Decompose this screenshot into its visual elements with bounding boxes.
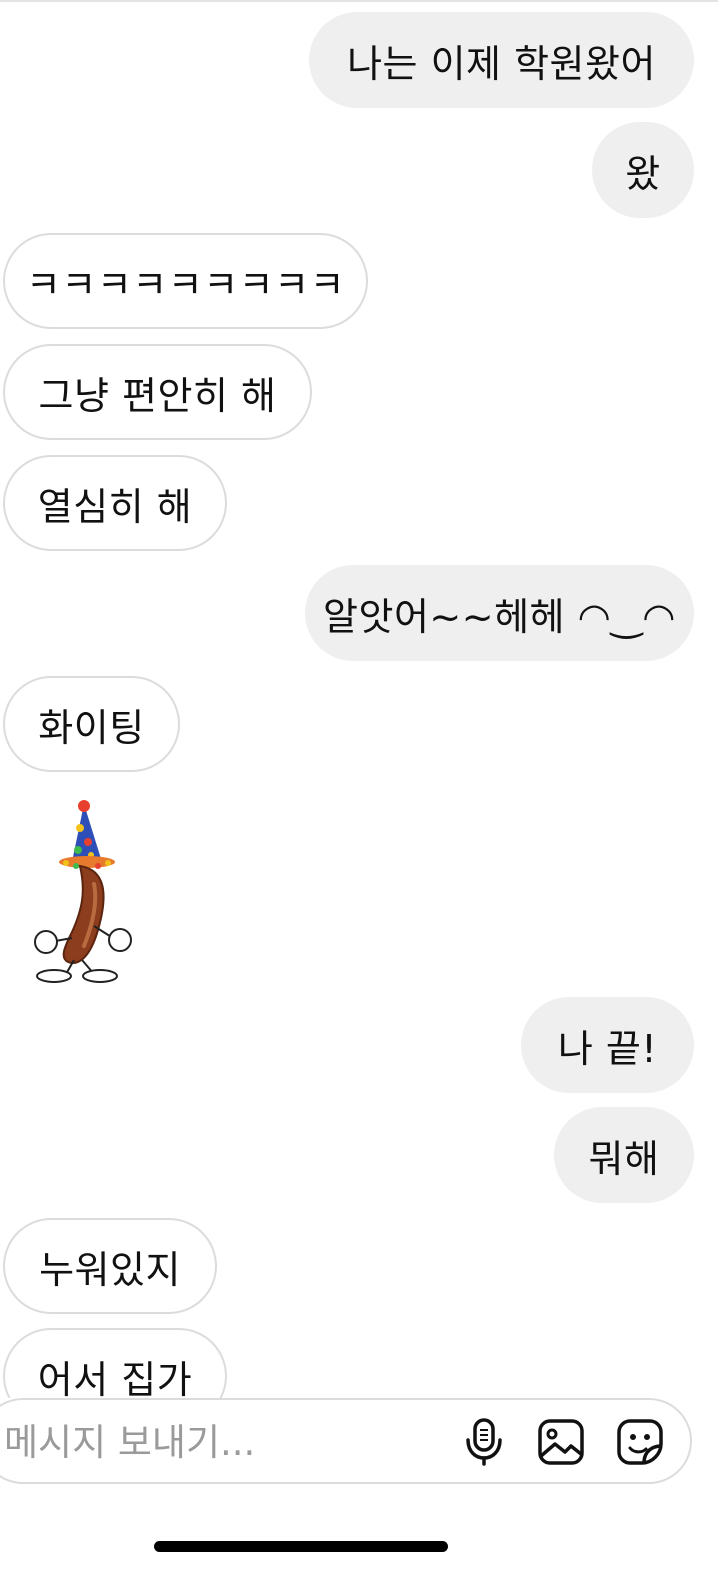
message-text: ㅋㅋㅋㅋㅋㅋㅋㅋㅋ [25,262,346,307]
message-text: 나는 이제 학원왔어 [347,41,656,86]
message-bubble-received[interactable]: 그냥 편안히 해 [3,344,312,440]
message-text: 왔 [625,151,661,196]
message-text: 뭐해 [588,1136,660,1181]
message-bubble-received[interactable]: 화이팅 [3,676,180,772]
message-text: 그냥 편안히 해 [38,373,277,418]
message-bubble-received[interactable]: 누워있지 [3,1218,217,1314]
message-bubble-received[interactable]: 열심히 해 [3,455,227,551]
message-bubble-sent[interactable]: 알앗어~~헤헤 ◠‿◠ [305,565,694,661]
message-bubble-received[interactable]: 어서 집가 [3,1328,227,1398]
message-bubble-sent[interactable]: 나는 이제 학원왔어 [309,12,694,108]
message-text: 어서 집가 [37,1357,193,1399]
home-indicator[interactable] [154,1541,448,1552]
sausage-party-hat-sticker[interactable] [28,800,138,990]
microphone-icon[interactable] [456,1414,512,1470]
message-bubble-sent[interactable]: 왔 [592,122,694,218]
sausage-body [62,864,105,964]
message-text: 열심히 해 [37,484,193,529]
message-input[interactable] [4,1414,444,1470]
image-icon[interactable] [533,1414,589,1470]
message-thread[interactable]: 나는 이제 학원왔어 왔 ㅋㅋㅋㅋㅋㅋㅋㅋㅋ 그냥 편안히 해 열심히 해 알앗… [0,0,718,1398]
message-text: 나 끝! [557,1026,658,1071]
message-text: 화이팅 [38,705,145,750]
message-text: 알앗어~~헤헤 ◠‿◠ [323,594,676,639]
sticker-icon[interactable] [612,1414,668,1470]
message-bubble-received[interactable]: ㅋㅋㅋㅋㅋㅋㅋㅋㅋ [3,233,368,329]
message-bubble-sent[interactable]: 나 끝! [521,997,694,1093]
message-text: 누워있지 [39,1247,181,1292]
message-bubble-sent[interactable]: 뭐해 [554,1107,694,1203]
